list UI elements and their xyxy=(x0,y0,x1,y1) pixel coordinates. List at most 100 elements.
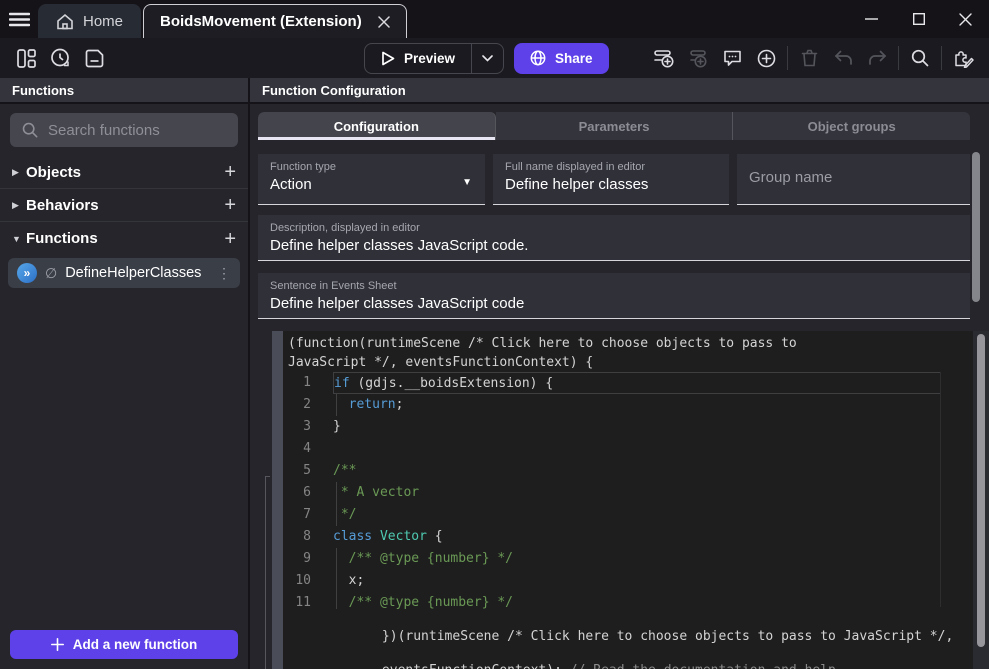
add-subevent-icon xyxy=(688,49,709,68)
group-name-field[interactable]: Group name xyxy=(737,154,970,205)
search-icon xyxy=(22,122,38,138)
line-number: 7 xyxy=(283,504,333,526)
toolbar-divider xyxy=(898,46,899,70)
add-comment-button[interactable] xyxy=(718,44,746,72)
code-line[interactable]: 1if (gdjs.__boidsExtension) { xyxy=(283,372,973,394)
close-window-button[interactable] xyxy=(942,0,989,38)
description-field[interactable]: Description, displayed in editor Define … xyxy=(258,215,970,261)
add-new-function-label: Add a new function xyxy=(73,637,198,652)
events-gutter xyxy=(250,331,272,669)
comment-icon xyxy=(723,49,742,67)
close-tab-icon[interactable] xyxy=(378,16,390,28)
delete-button[interactable] xyxy=(795,44,823,72)
add-behavior-button[interactable]: + xyxy=(224,195,236,215)
chevron-right-icon: ▶ xyxy=(12,200,26,211)
events-scroll-track xyxy=(973,331,989,669)
edit-extension-button[interactable] xyxy=(949,44,977,72)
code-lines: 1if (gdjs.__boidsExtension) {2 return;3}… xyxy=(283,372,973,614)
code-line[interactable]: 5/** xyxy=(283,460,973,482)
add-function-plus-button[interactable]: + xyxy=(224,229,236,249)
main-menu-button[interactable] xyxy=(0,0,38,38)
full-name-field[interactable]: Full name displayed in editor Define hel… xyxy=(493,154,729,205)
function-item-definehelperclasses[interactable]: » ∅ DefineHelperClasses ⋮ xyxy=(8,258,240,288)
edit-extension-icon xyxy=(953,49,974,68)
editor-column-ruler xyxy=(940,372,941,607)
titlebar: Home BoidsMovement (Extension) xyxy=(0,0,989,38)
code-line[interactable]: 3} xyxy=(283,416,973,438)
redo-button[interactable] xyxy=(863,44,891,72)
tab-extension-label: BoidsMovement (Extension) xyxy=(160,13,362,30)
tab-extension[interactable]: BoidsMovement (Extension) xyxy=(143,4,407,38)
code-line-content: return; xyxy=(333,394,973,416)
tree-label-objects: Objects xyxy=(26,164,224,181)
tab-home-label: Home xyxy=(83,13,123,30)
functions-sidebar: Functions Search functions ▶ Objects + ▶… xyxy=(0,78,250,669)
line-number: 8 xyxy=(283,526,333,548)
save-button[interactable] xyxy=(80,44,108,72)
tab-object-groups[interactable]: Object groups xyxy=(733,112,970,140)
share-label: Share xyxy=(555,51,593,66)
sidebar-item-functions[interactable]: ▼ Functions + xyxy=(0,222,248,255)
function-type-select[interactable]: Function type Action ▼ xyxy=(258,154,485,205)
code-line[interactable]: 10 x; xyxy=(283,570,973,592)
add-event-button[interactable] xyxy=(650,44,678,72)
sentence-field[interactable]: Sentence in Events Sheet Define helper c… xyxy=(258,273,970,319)
code-line-content: * A vector xyxy=(333,482,973,504)
code-line-content xyxy=(333,438,973,460)
chevron-right-icon: ▶ xyxy=(12,167,26,178)
line-number: 2 xyxy=(283,394,333,416)
code-line[interactable]: 2 return; xyxy=(283,394,973,416)
preview-label: Preview xyxy=(404,51,455,66)
code-header[interactable]: (function(runtimeScene /* Click here to … xyxy=(283,331,973,372)
configuration-form: Function type Action ▼ Full name display… xyxy=(250,140,989,331)
documentation-link[interactable]: Read the documentation and help xyxy=(593,663,836,669)
line-number: 1 xyxy=(283,372,333,394)
preview-button[interactable]: Preview xyxy=(365,44,471,73)
kebab-menu-icon[interactable]: ⋮ xyxy=(217,265,231,282)
sidebar-item-objects[interactable]: ▶ Objects + xyxy=(0,156,248,189)
minimize-button[interactable] xyxy=(848,0,895,38)
hamburger-icon xyxy=(9,12,30,27)
sidebar-item-behaviors[interactable]: ▶ Behaviors + xyxy=(0,189,248,222)
undo-button[interactable] xyxy=(829,44,857,72)
code-line[interactable]: 8class Vector { xyxy=(283,526,973,548)
tab-home[interactable]: Home xyxy=(38,4,141,38)
preview-options-button[interactable] xyxy=(471,44,503,73)
code-line[interactable]: 7 */ xyxy=(283,504,973,526)
add-new-function-button[interactable]: Add a new function xyxy=(10,630,238,659)
event-drag-handle[interactable] xyxy=(272,331,283,669)
description-value: Define helper classes JavaScript code. xyxy=(258,234,970,261)
add-object-button[interactable]: + xyxy=(224,162,236,182)
tab-object-groups-label: Object groups xyxy=(808,119,896,134)
add-subevent-button[interactable] xyxy=(684,44,712,72)
code-line[interactable]: 4 xyxy=(283,438,973,460)
toolbar: Preview Share xyxy=(0,38,989,78)
code-line-content: /** @type {number} */ xyxy=(333,548,973,570)
history-button[interactable] xyxy=(46,44,74,72)
events-scrollbar[interactable] xyxy=(977,334,985,647)
code-footer-comment: // xyxy=(570,663,593,669)
code-editor[interactable]: (function(runtimeScene /* Click here to … xyxy=(283,331,973,669)
tab-configuration[interactable]: Configuration xyxy=(258,112,496,140)
code-line[interactable]: 6 * A vector xyxy=(283,482,973,504)
add-anything-button[interactable] xyxy=(752,44,780,72)
globe-icon xyxy=(530,50,546,66)
search-functions-input[interactable]: Search functions xyxy=(10,113,238,147)
plus-icon xyxy=(51,638,64,651)
sidebar-header: Functions xyxy=(0,78,248,104)
search-placeholder: Search functions xyxy=(48,122,160,139)
code-line[interactable]: 9 /** @type {number} */ xyxy=(283,548,973,570)
search-icon xyxy=(911,49,929,67)
maximize-button[interactable] xyxy=(895,0,942,38)
code-line-content: /** xyxy=(333,460,973,482)
function-item-label: DefineHelperClasses xyxy=(65,265,209,281)
layout-panels-button[interactable] xyxy=(12,44,40,72)
tab-parameters[interactable]: Parameters xyxy=(496,112,734,140)
code-footer-line1: })(runtimeScene /* Click here to choose … xyxy=(382,629,953,644)
form-scrollbar[interactable] xyxy=(972,152,980,302)
search-events-button[interactable] xyxy=(906,44,934,72)
line-number: 10 xyxy=(283,570,333,592)
code-footer-line2: eventsFunctionContext); xyxy=(382,663,570,669)
share-button[interactable]: Share xyxy=(514,43,609,74)
code-line-content: if (gdjs.__boidsExtension) { xyxy=(333,372,941,394)
